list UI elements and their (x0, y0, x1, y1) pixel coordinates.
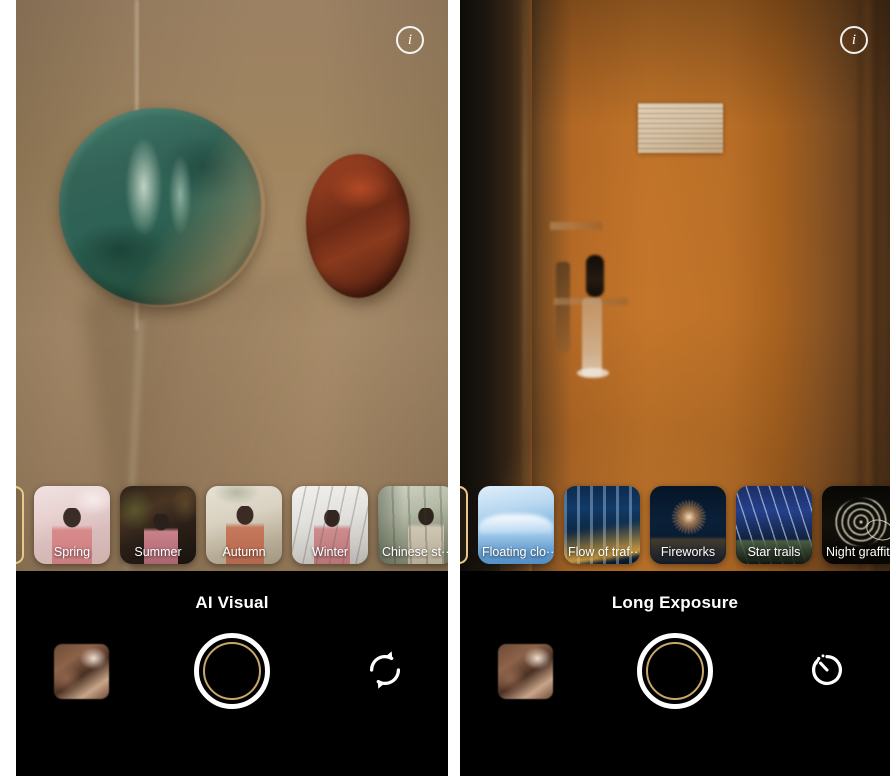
filter-item-winter[interactable]: Winter (292, 486, 368, 564)
filter-label: Night graffiti (826, 545, 890, 559)
filter-strip-ai-visual[interactable]: Spring Summer Autumn Winter Chinese st·· (16, 479, 448, 571)
door-notice-sheet (638, 103, 723, 153)
filter-item-flow-of-traffic[interactable]: Flow of traf·· (564, 486, 640, 564)
filter-strip-long-exposure[interactable]: Floating clo·· Flow of traf·· Fireworks … (460, 479, 890, 571)
filter-item-night-graffiti[interactable]: Night graffiti (822, 486, 890, 564)
filter-label: Chinese st·· (382, 545, 448, 559)
info-icon-glyph: i (407, 31, 413, 48)
camera-viewfinder-left[interactable]: i Spring Summer Autumn Winter Chinese st… (16, 0, 448, 571)
camera-viewfinder-right[interactable]: i Floating clo·· Flow of traf·· Firework… (460, 0, 890, 571)
info-icon-glyph: i (851, 31, 857, 48)
green-ceramic-plate (57, 105, 265, 307)
gallery-thumbnail-button[interactable] (54, 644, 109, 699)
filter-item-previous-peek[interactable] (16, 486, 24, 564)
filter-label: Floating clo·· (482, 545, 554, 559)
info-icon[interactable]: i (396, 26, 424, 54)
filter-label: Flow of traf·· (568, 545, 639, 559)
filter-label: Winter (311, 545, 349, 559)
door-closer-tube (582, 298, 602, 376)
shutter-button[interactable] (194, 633, 270, 709)
filter-item-star-trails[interactable]: Star trails (736, 486, 812, 564)
door-lock-plate (556, 262, 570, 352)
rust-ceramic-plate (306, 154, 410, 298)
filter-item-summer[interactable]: Summer (120, 486, 196, 564)
door-hinge (550, 222, 602, 230)
filter-label: Fireworks (660, 545, 716, 559)
shutter-button[interactable] (637, 633, 713, 709)
mode-title: AI Visual (195, 593, 269, 612)
filter-label: Star trails (747, 545, 801, 559)
phone-screen-ai-visual: i Spring Summer Autumn Winter Chinese st… (16, 0, 448, 776)
camera-controls-ai-visual: AI Visual (16, 571, 448, 776)
filter-item-previous-peek[interactable] (460, 486, 468, 564)
filter-label: Autumn (222, 545, 266, 559)
filter-item-fireworks[interactable]: Fireworks (650, 486, 726, 564)
camera-controls-long-exposure: Long Exposure (460, 571, 890, 776)
filter-item-spring[interactable]: Spring (34, 486, 110, 564)
filter-item-chinese-style[interactable]: Chinese st·· (378, 486, 448, 564)
camera-flip-icon[interactable] (362, 647, 408, 693)
gallery-thumbnail-button[interactable] (498, 644, 553, 699)
info-icon[interactable]: i (840, 26, 868, 54)
filter-label: Spring (53, 545, 91, 559)
door-handle (586, 255, 604, 297)
phone-screen-long-exposure: i Floating clo·· Flow of traf·· Firework… (460, 0, 890, 776)
mode-title: Long Exposure (611, 593, 739, 612)
timer-icon[interactable] (804, 647, 850, 693)
filter-label: Summer (134, 545, 182, 559)
screenshot-stage: i Spring Summer Autumn Winter Chinese st… (0, 0, 896, 776)
filter-item-floating-clouds[interactable]: Floating clo·· (478, 486, 554, 564)
filter-item-autumn[interactable]: Autumn (206, 486, 282, 564)
door-closer-tube-cap (577, 368, 609, 378)
